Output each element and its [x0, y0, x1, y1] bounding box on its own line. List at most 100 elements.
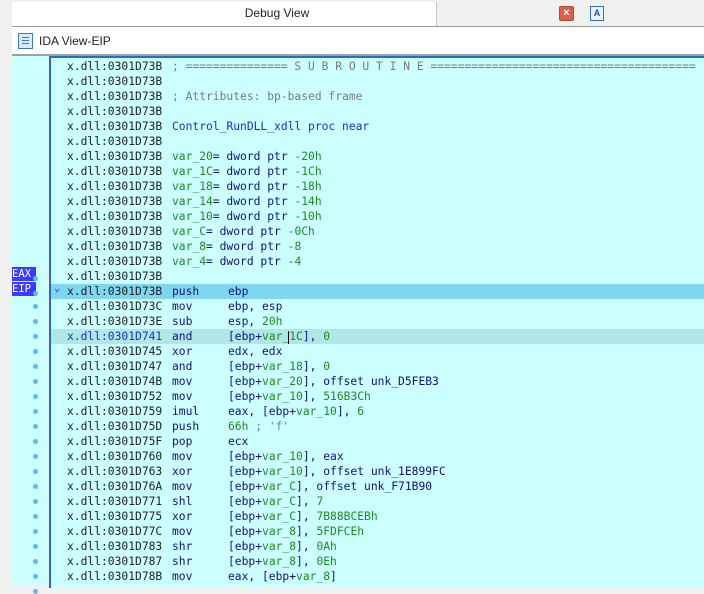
instruction-line[interactable]: x.dll:0301D77C mov [ebp+var_8], 5FDFCEh [51, 524, 704, 539]
listing-line[interactable]: x.dll:0301D73B var_18= dword ptr -18h [51, 179, 704, 194]
listing-line[interactable]: x.dll:0301D73B ; =============== S U B R … [51, 59, 704, 74]
listing-line[interactable]: x.dll:0301D73B var_4= dword ptr -4 [51, 254, 704, 269]
breakpoint-slot-dot[interactable] [33, 469, 38, 474]
listing-line[interactable]: x.dll:0301D73B var_8= dword ptr -8 [51, 239, 704, 254]
instruction-operands: [ebp+var_C], offset unk_F71B90 [228, 479, 432, 494]
listing-line[interactable]: x.dll:0301D73B [51, 104, 704, 119]
instruction-operands: esp, 20h [228, 314, 282, 329]
instruction-line[interactable]: x.dll:0301D775 xor [ebp+var_C], 7B88BCEBh [51, 509, 704, 524]
operand-variable: var_10 [296, 405, 337, 418]
breakpoint-slot-dot[interactable] [33, 499, 38, 504]
listing-line[interactable]: x.dll:0301D73B [51, 134, 704, 149]
structures-icon: A [590, 6, 604, 21]
instruction-address: x.dll:0301D75F [67, 435, 163, 448]
breakpoint-slot-dot[interactable] [33, 364, 38, 369]
listing-line[interactable]: x.dll:0301D73B [51, 269, 704, 284]
breakpoint-slot-dot[interactable] [33, 589, 38, 594]
instruction-operands: [ebp+var_C], 7B88BCEBh [228, 509, 378, 524]
breakpoint-slot-dot[interactable] [33, 574, 38, 579]
listing-line[interactable]: x.dll:0301D73B var_14= dword ptr -14h [51, 194, 704, 209]
line-address: x.dll:0301D73B [67, 60, 163, 73]
breakpoint-slot-dot[interactable] [33, 544, 38, 549]
instruction-line[interactable]: x.dll:0301D78B mov eax, [ebp+var_8] [51, 569, 704, 584]
instruction-line[interactable]: x.dll:0301D783 shr [ebp+var_8], 0Ah [51, 539, 704, 554]
tab-structures[interactable]: A [588, 4, 704, 26]
instruction-line[interactable]: x.dll:0301D759 imul eax, [ebp+var_10], 6 [51, 404, 704, 419]
operand-text: [ebp+ [228, 540, 263, 553]
operand-text: [ebp+ [228, 375, 263, 388]
listing-line[interactable]: x.dll:0301D73B ; Attributes: bp-based fra… [51, 89, 704, 104]
instruction-line[interactable]: x.dll:0301D73C mov ebp, esp [51, 299, 704, 314]
instruction-mnemonic: mov [172, 570, 193, 583]
operand-variable: var_18 [262, 360, 303, 373]
line-address: x.dll:0301D73B [67, 270, 163, 283]
instruction-line[interactable]: x.dll:0301D75D push 66h ; 'f' [51, 419, 704, 434]
breakpoint-slot-dot[interactable] [33, 514, 38, 519]
instruction-line[interactable]: x.dll:0301D73E sub esp, 20h [51, 314, 704, 329]
instruction-line[interactable]: x.dll:0301D763 xor [ebp+var_10], offset un… [51, 464, 704, 479]
breakpoint-slot-dot[interactable] [33, 394, 38, 399]
instruction-line[interactable]: x.dll:0301D760 mov [ebp+var_10], eax [51, 449, 704, 464]
listing-line[interactable]: x.dll:0301D73B Control_RunDLL_xdll proc n… [51, 119, 704, 134]
instruction-line[interactable]: x.dll:0301D74B mov [ebp+var_20], offset un… [51, 374, 704, 389]
breakpoint-slot-dot[interactable] [33, 559, 38, 564]
collapse-chevron-icon[interactable]: ⌄ [54, 281, 60, 296]
breakpoint-slot-dot[interactable] [33, 291, 38, 296]
breakpoint-slot-dot[interactable] [33, 439, 38, 444]
disassembly-listing[interactable]: x.dll:0301D73B ; =============== S U B R … [49, 56, 704, 588]
listing-line[interactable]: x.dll:0301D73B var_C= dword ptr -0Ch [51, 224, 704, 239]
operand-text: [ebp+ [228, 510, 263, 523]
instruction-mnemonic: and [172, 360, 193, 373]
breakpoint-slot-dot[interactable] [33, 319, 38, 324]
listing-line[interactable]: x.dll:0301D73B [51, 74, 704, 89]
instruction-line[interactable]: x.dll:0301D741 and [ebp+var_1C], 0 [51, 329, 704, 344]
operand-variable: var_10 [262, 390, 303, 403]
instruction-line[interactable]: x.dll:0301D752 mov [ebp+var_10], 516B3Ch [51, 389, 704, 404]
stack-variable-type: = dword ptr [212, 180, 295, 193]
operand-variable: var_20 [262, 375, 303, 388]
instruction-line[interactable]: x.dll:0301D75F pop ecx [51, 434, 704, 449]
instruction-operands: eax, [ebp+var_10], 6 [228, 404, 364, 419]
listing-line[interactable]: x.dll:0301D73B var_10= dword ptr -10h [51, 209, 704, 224]
breakpoint-slot-dot[interactable] [33, 349, 38, 354]
instruction-line[interactable]: x.dll:0301D76A mov [ebp+var_C], offset unk… [51, 479, 704, 494]
instruction-address: x.dll:0301D741 [67, 330, 163, 343]
instruction-line[interactable]: x.dll:0301D787 shr [ebp+var_8], 0Eh [51, 554, 704, 569]
current-instruction-line[interactable]: ⌄ x.dll:0301D73B push ebp [51, 281, 704, 299]
arrows-gutter[interactable]: EAX EIP [12, 56, 48, 594]
instruction-operands: [ebp+var_20], offset unk_D5FEB3 [228, 374, 439, 389]
instruction-line[interactable]: x.dll:0301D747 and [ebp+var_18], 0 [51, 359, 704, 374]
operand-variable: var_10 [262, 465, 303, 478]
breakpoint-slot-dot[interactable] [33, 529, 38, 534]
instruction-mnemonic: push [172, 285, 200, 298]
listing-line[interactable]: x.dll:0301D73B var_20= dword ptr -20h [51, 149, 704, 164]
operand-number: 5FDFCEh [316, 525, 365, 538]
breakpoint-slot-dot[interactable] [33, 276, 38, 281]
instruction-address: x.dll:0301D760 [67, 450, 163, 463]
view-header: IDA View-EIP [12, 27, 704, 56]
operand-text: ], [296, 525, 317, 538]
close-icon[interactable]: × [559, 6, 574, 21]
operand-variable: var_C [262, 480, 297, 493]
breakpoint-slot-dot[interactable] [33, 424, 38, 429]
listing-line[interactable]: x.dll:0301D73B var_1C= dword ptr -1Ch [51, 164, 704, 179]
instruction-line[interactable]: x.dll:0301D745 xor edx, edx [51, 344, 704, 359]
breakpoint-slot-dot[interactable] [33, 379, 38, 384]
breakpoint-slot-dot[interactable] [33, 334, 38, 339]
line-address: x.dll:0301D73B [67, 210, 163, 223]
instruction-mnemonic: mov [172, 390, 193, 403]
breakpoint-slot-dot[interactable] [33, 304, 38, 309]
operand-number: 6 [357, 405, 365, 418]
breakpoint-slot-dot[interactable] [33, 409, 38, 414]
stack-variable-offset: -20h [294, 150, 322, 163]
breakpoint-slot-dot[interactable] [33, 454, 38, 459]
instruction-mnemonic: shr [172, 540, 193, 553]
breakpoint-slot-dot[interactable] [33, 484, 38, 489]
instruction-line[interactable]: x.dll:0301D771 shl [ebp+var_C], 7 [51, 494, 704, 509]
stack-variable-name: var_18 [172, 180, 213, 193]
instruction-operands: [ebp+var_10], eax [228, 449, 344, 464]
tab-bar: Debug View × A [12, 0, 704, 27]
line-address: x.dll:0301D73B [67, 240, 163, 253]
line-text: var_14= dword ptr -14h [172, 194, 322, 209]
instruction-address: x.dll:0301D763 [67, 465, 163, 478]
